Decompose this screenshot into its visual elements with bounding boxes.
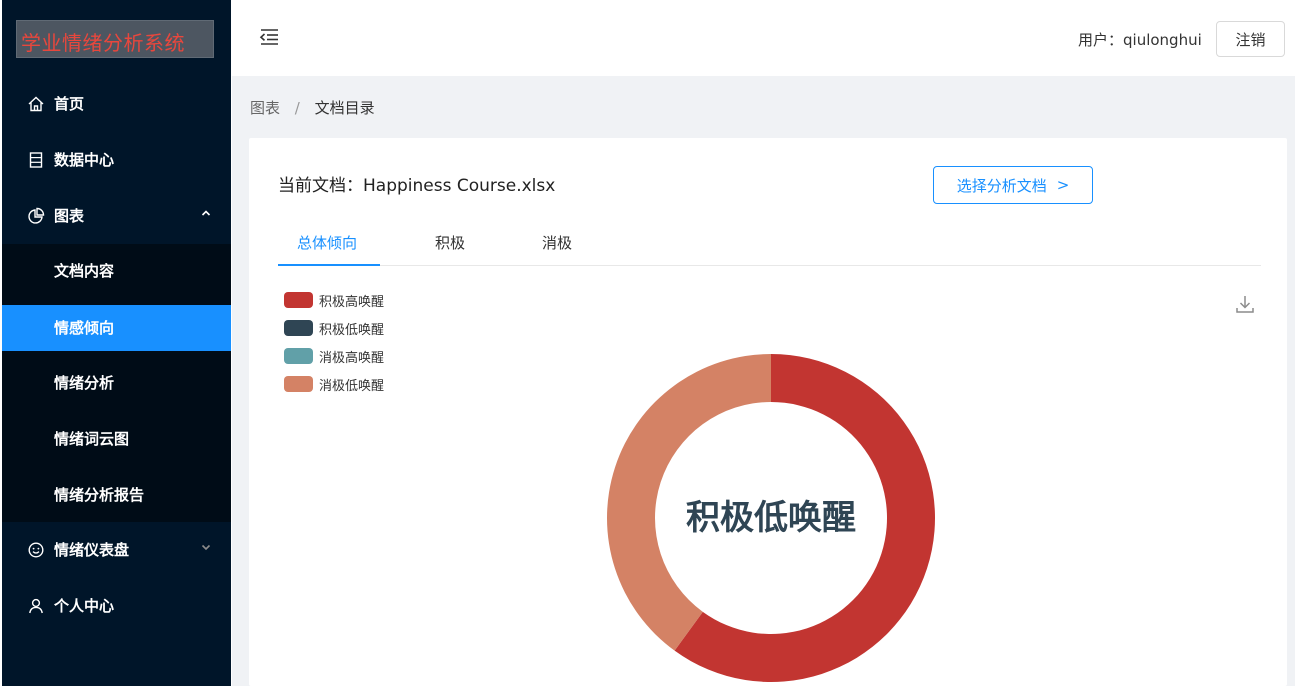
legend-swatch: [284, 292, 313, 308]
active-tab-indicator: [278, 264, 380, 266]
tab-negative[interactable]: 消极: [542, 232, 572, 253]
legend-item[interactable]: 消极低唤醒: [284, 370, 384, 398]
chart-card: 当前文档：Happiness Course.xlsx 选择分析文档 > 总体倾向…: [249, 138, 1287, 686]
submenu-item-document-content[interactable]: 文档内容: [2, 248, 231, 294]
app-logo: 学业情绪分析系统: [16, 20, 214, 58]
app-title: 学业情绪分析系统: [21, 31, 185, 55]
sidebar-item-label: 图表: [54, 207, 85, 225]
sidebar-item-label: 情绪仪表盘: [54, 541, 130, 559]
charts-submenu: 文档内容 情感倾向 情绪分析 情绪词云图 情绪分析报告: [2, 244, 231, 522]
breadcrumb-separator: /: [294, 99, 300, 117]
submenu-item-label: 情感倾向: [54, 319, 115, 337]
sidebar-item-emotion-dashboard[interactable]: 情绪仪表盘: [2, 526, 231, 574]
sidebar-item-label: 数据中心: [54, 151, 115, 169]
breadcrumb-item-current: 文档目录: [314, 99, 375, 117]
user-name-label: 用户：qiulonghui: [1078, 31, 1202, 49]
choose-document-label: 选择分析文档: [956, 176, 1047, 195]
submenu-item-emotion-report[interactable]: 情绪分析报告: [2, 472, 231, 518]
legend-swatch: [284, 376, 313, 392]
tab-positive[interactable]: 积极: [435, 232, 465, 253]
legend-label: 消极高唤醒: [319, 350, 385, 366]
database-icon: [29, 152, 43, 168]
chart-legend: 积极高唤醒 积极低唤醒 消极高唤醒 消极低唤醒: [284, 286, 384, 398]
pie-chart-icon: [28, 207, 45, 224]
breadcrumb-item-charts[interactable]: 图表: [250, 99, 280, 117]
sidebar-item-home[interactable]: 首页: [2, 80, 231, 128]
chevron-up-icon: [201, 210, 211, 216]
user-icon: [29, 598, 43, 614]
top-header: 用户：qiulonghui 注销: [232, 0, 1295, 76]
sidebar-item-charts[interactable]: 图表: [2, 192, 231, 240]
breadcrumb: 图表 / 文档目录: [250, 97, 375, 118]
submenu-item-label: 情绪分析报告: [54, 486, 145, 504]
legend-label: 消极低唤醒: [319, 378, 385, 394]
sidebar-item-label: 个人中心: [54, 597, 115, 615]
legend-swatch: [284, 320, 313, 336]
tab-bar: 总体倾向 积极 消极: [278, 220, 1261, 266]
legend-item[interactable]: 积极高唤醒: [284, 286, 384, 314]
legend-label: 积极高唤醒: [319, 294, 385, 310]
submenu-item-label: 情绪分析: [54, 374, 115, 392]
tab-overall[interactable]: 总体倾向: [297, 232, 357, 253]
legend-item[interactable]: 消极高唤醒: [284, 342, 384, 370]
submenu-item-sentiment-tendency[interactable]: 情感倾向: [2, 305, 231, 351]
choose-document-button[interactable]: 选择分析文档 >: [933, 166, 1093, 204]
chevron-down-icon: [201, 544, 211, 551]
legend-label: 积极低唤醒: [319, 322, 385, 338]
submenu-item-emotion-wordcloud[interactable]: 情绪词云图: [2, 416, 231, 462]
smile-icon: [28, 542, 44, 558]
sidebar-item-label: 首页: [54, 95, 85, 113]
submenu-item-label: 文档内容: [54, 262, 115, 280]
sidebar-item-personal-center[interactable]: 个人中心: [2, 582, 231, 630]
sidebar: 学业情绪分析系统 首页 数据中心 图表 文档内容 情感倾向 情绪分析 情绪词云图…: [2, 0, 231, 686]
donut-center-label: 积极低唤醒: [686, 498, 856, 538]
current-document-title: 当前文档：Happiness Course.xlsx: [278, 176, 556, 196]
sidebar-item-data-center[interactable]: 数据中心: [2, 136, 231, 184]
submenu-item-emotion-analysis[interactable]: 情绪分析: [2, 360, 231, 406]
download-icon[interactable]: [1234, 293, 1256, 315]
legend-item[interactable]: 积极低唤醒: [284, 314, 384, 342]
menu-fold-icon[interactable]: [258, 26, 280, 48]
home-icon: [28, 96, 44, 112]
chevron-right-icon: >: [1056, 176, 1070, 194]
submenu-item-label: 情绪词云图: [54, 430, 130, 448]
legend-swatch: [284, 348, 313, 364]
logout-button[interactable]: 注销: [1216, 21, 1285, 57]
main-content: 图表 / 文档目录 当前文档：Happiness Course.xlsx 选择分…: [232, 76, 1295, 686]
